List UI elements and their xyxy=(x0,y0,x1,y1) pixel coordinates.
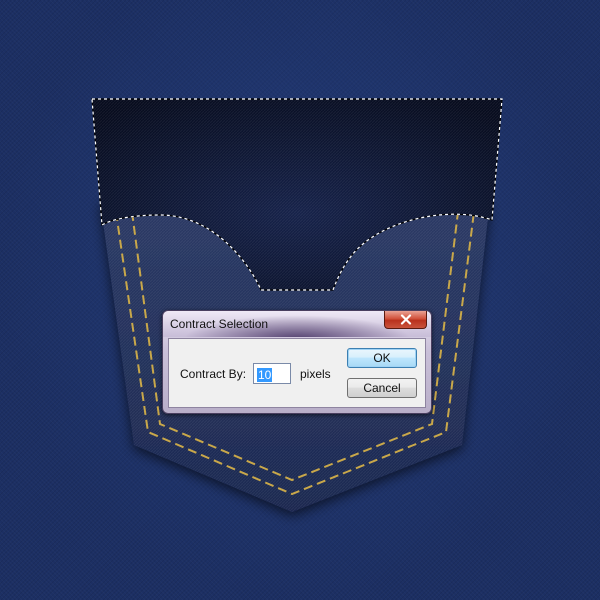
dialog-title: Contract Selection xyxy=(170,317,269,331)
close-icon xyxy=(400,314,412,325)
ok-button[interactable]: OK xyxy=(347,348,417,368)
cancel-button[interactable]: Cancel xyxy=(347,378,417,398)
photoshop-canvas: Contract Selection Contract By: 10 pixel… xyxy=(0,0,600,600)
contract-by-input[interactable]: 10 xyxy=(253,363,291,384)
contract-by-value: 10 xyxy=(257,368,273,382)
pixels-unit-label: pixels xyxy=(300,367,331,381)
dialog-titlebar[interactable]: Contract Selection xyxy=(163,311,431,337)
dialog-body: Contract By: 10 pixels OK Cancel xyxy=(168,338,426,408)
contract-selection-dialog: Contract Selection Contract By: 10 pixel… xyxy=(162,310,432,414)
denim-pocket-artwork xyxy=(91,98,503,512)
close-button[interactable] xyxy=(384,311,427,329)
contract-by-label: Contract By: xyxy=(180,367,247,381)
